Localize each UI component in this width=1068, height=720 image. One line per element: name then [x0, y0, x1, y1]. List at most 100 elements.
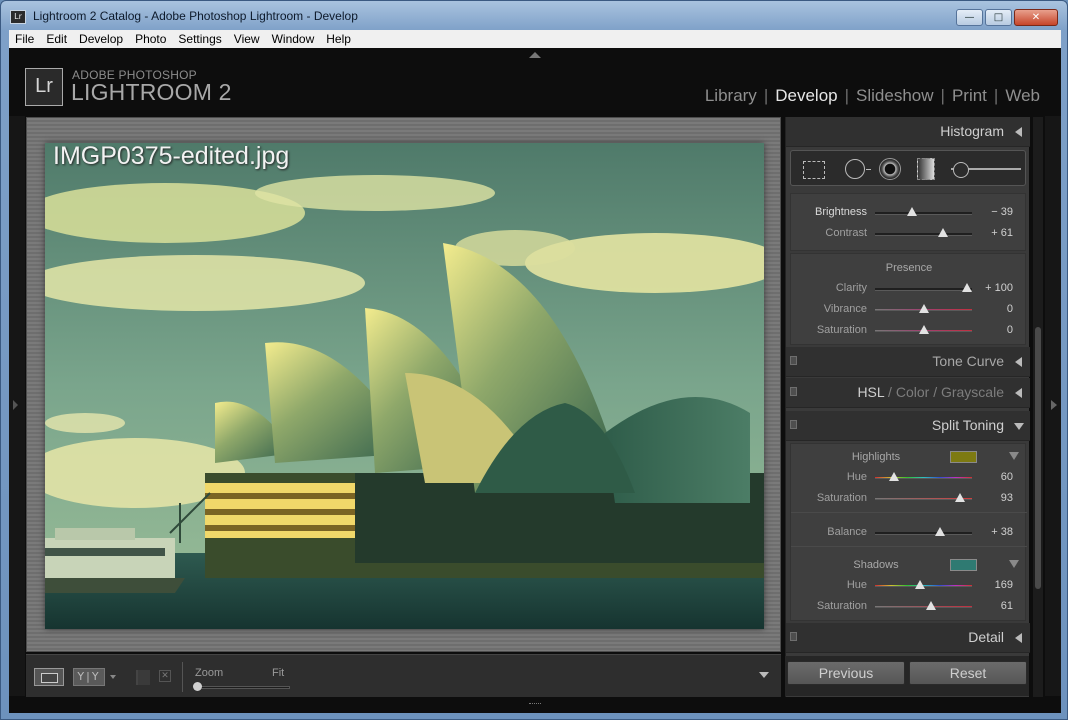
module-slideshow[interactable]: Slideshow — [849, 86, 941, 106]
image-canvas[interactable]: IMGP0375-edited.jpg — [26, 117, 781, 652]
tab-color[interactable]: Color — [896, 384, 929, 400]
menu-develop[interactable]: Develop — [73, 32, 129, 46]
slider-track[interactable] — [875, 288, 972, 291]
right-panel: Histogram Brightness − 39 Contrast + 61 … — [785, 117, 1030, 697]
slider-value[interactable]: 0 — [1007, 324, 1013, 336]
right-panel-toggle-icon[interactable] — [1051, 400, 1057, 410]
crop-icon[interactable] — [803, 161, 825, 179]
tab-grayscale[interactable]: Grayscale — [941, 384, 1004, 400]
slider-label: Balance — [827, 526, 867, 538]
basic-tone-section: Brightness − 39 Contrast + 61 — [790, 193, 1026, 251]
photo-preview[interactable] — [45, 143, 764, 629]
before-after-icon[interactable]: Y|Y — [73, 668, 105, 686]
slider-track[interactable] — [875, 606, 972, 608]
panel-toggle-switch[interactable] — [790, 632, 797, 641]
slider-value[interactable]: − 39 — [991, 206, 1013, 218]
slider-value[interactable]: 0 — [1007, 303, 1013, 315]
slider-thumb[interactable] — [918, 304, 929, 313]
panel-toggle-switch[interactable] — [790, 387, 797, 396]
top-panel-toggle-icon[interactable] — [529, 52, 541, 58]
menu-window[interactable]: Window — [266, 32, 321, 46]
collapse-arrow-icon[interactable] — [1015, 633, 1022, 643]
scrollbar-thumb[interactable] — [1035, 327, 1041, 589]
menu-file[interactable]: File — [9, 32, 40, 46]
slider-thumb[interactable] — [914, 580, 925, 589]
menu-view[interactable]: View — [228, 32, 266, 46]
slider-label: Hue — [846, 471, 867, 483]
hsl-header[interactable]: HSL / Color / Grayscale — [786, 378, 1030, 408]
toolbar-menu-icon[interactable] — [759, 672, 769, 678]
split-toning-section: Highlights Hue 60 Saturation 93 Balance … — [790, 443, 1027, 621]
slider-thumb[interactable] — [934, 527, 945, 536]
close-button[interactable]: ✕ — [1014, 9, 1058, 26]
reject-flag-icon[interactable]: ✕ — [159, 670, 171, 682]
highlights-color-swatch[interactable] — [950, 451, 977, 463]
graduated-filter-icon[interactable] — [917, 158, 935, 180]
slider-label: Clarity — [835, 282, 867, 294]
flag-icon[interactable] — [136, 670, 150, 685]
slider-thumb[interactable] — [906, 207, 917, 216]
left-panel-toggle-icon[interactable] — [13, 400, 18, 410]
collapse-arrow-icon[interactable] — [1015, 388, 1022, 398]
bottom-panel-toggle-icon[interactable] — [529, 703, 541, 709]
module-library[interactable]: Library — [698, 86, 764, 106]
app-window: Lr Lightroom 2 Catalog - Adobe Photoshop… — [0, 0, 1068, 720]
slider-value[interactable]: + 38 — [991, 526, 1013, 538]
split-toning-header[interactable]: Split Toning — [786, 411, 1030, 441]
slider-value[interactable]: 60 — [1001, 471, 1013, 483]
spot-removal-icon[interactable] — [845, 159, 871, 179]
loupe-view-icon[interactable] — [34, 668, 64, 686]
tool-strip — [790, 150, 1026, 186]
collapse-arrow-icon[interactable] — [1015, 357, 1022, 367]
minimize-button[interactable]: — — [956, 9, 983, 26]
app-icon[interactable]: Lr — [10, 10, 26, 24]
red-eye-icon[interactable] — [879, 158, 901, 180]
module-web[interactable]: Web — [998, 86, 1047, 106]
tone-curve-header[interactable]: Tone Curve — [786, 347, 1030, 377]
maximize-button[interactable]: □ — [985, 9, 1012, 26]
title-bar[interactable]: Lr Lightroom 2 Catalog - Adobe Photoshop… — [1, 1, 1067, 31]
slider-value[interactable]: + 100 — [985, 282, 1013, 294]
window-controls: — □ ✕ — [956, 9, 1058, 26]
chevron-down-icon[interactable] — [110, 675, 116, 679]
slider-track[interactable] — [875, 532, 972, 535]
slider-track[interactable] — [875, 233, 972, 236]
slider-thumb[interactable] — [926, 601, 937, 610]
slider-track[interactable] — [875, 212, 972, 215]
expand-arrow-icon[interactable] — [1014, 423, 1024, 430]
section-divider — [791, 546, 1027, 547]
slider-value[interactable]: 169 — [995, 579, 1013, 591]
slider-value[interactable]: + 61 — [991, 227, 1013, 239]
histogram-header[interactable]: Histogram — [786, 117, 1030, 147]
slider-label: Saturation — [816, 492, 867, 504]
module-print[interactable]: Print — [945, 86, 994, 106]
menu-help[interactable]: Help — [320, 32, 357, 46]
detail-header[interactable]: Detail — [786, 623, 1030, 653]
slider-thumb[interactable] — [937, 228, 948, 237]
slider-thumb[interactable] — [889, 472, 900, 481]
adjustment-brush-icon[interactable] — [951, 162, 1021, 178]
slider-label: Hue — [846, 579, 867, 591]
slider-thumb[interactable] — [918, 325, 929, 334]
zoom-slider-thumb[interactable] — [193, 682, 202, 691]
menu-edit[interactable]: Edit — [40, 32, 73, 46]
highlights-picker-icon[interactable] — [1009, 452, 1019, 460]
slider-thumb[interactable] — [962, 283, 973, 292]
zoom-slider[interactable] — [196, 686, 290, 689]
reset-button[interactable]: Reset — [909, 661, 1027, 685]
collapse-arrow-icon[interactable] — [1015, 127, 1022, 137]
lightroom-logo: Lr — [25, 68, 63, 106]
shadows-picker-icon[interactable] — [1009, 560, 1019, 568]
menu-settings[interactable]: Settings — [172, 32, 227, 46]
slider-value[interactable]: 61 — [1001, 600, 1013, 612]
panel-toggle-switch[interactable] — [790, 356, 797, 365]
module-develop[interactable]: Develop — [768, 86, 844, 106]
slider-value[interactable]: 93 — [1001, 492, 1013, 504]
panel-toggle-switch[interactable] — [790, 420, 797, 429]
previous-button[interactable]: Previous — [787, 661, 905, 685]
shadows-color-swatch[interactable] — [950, 559, 977, 571]
tab-hsl[interactable]: HSL — [857, 384, 884, 400]
menu-photo[interactable]: Photo — [129, 32, 172, 46]
slider-thumb[interactable] — [955, 493, 966, 502]
right-panel-scrollbar[interactable] — [1033, 117, 1043, 697]
